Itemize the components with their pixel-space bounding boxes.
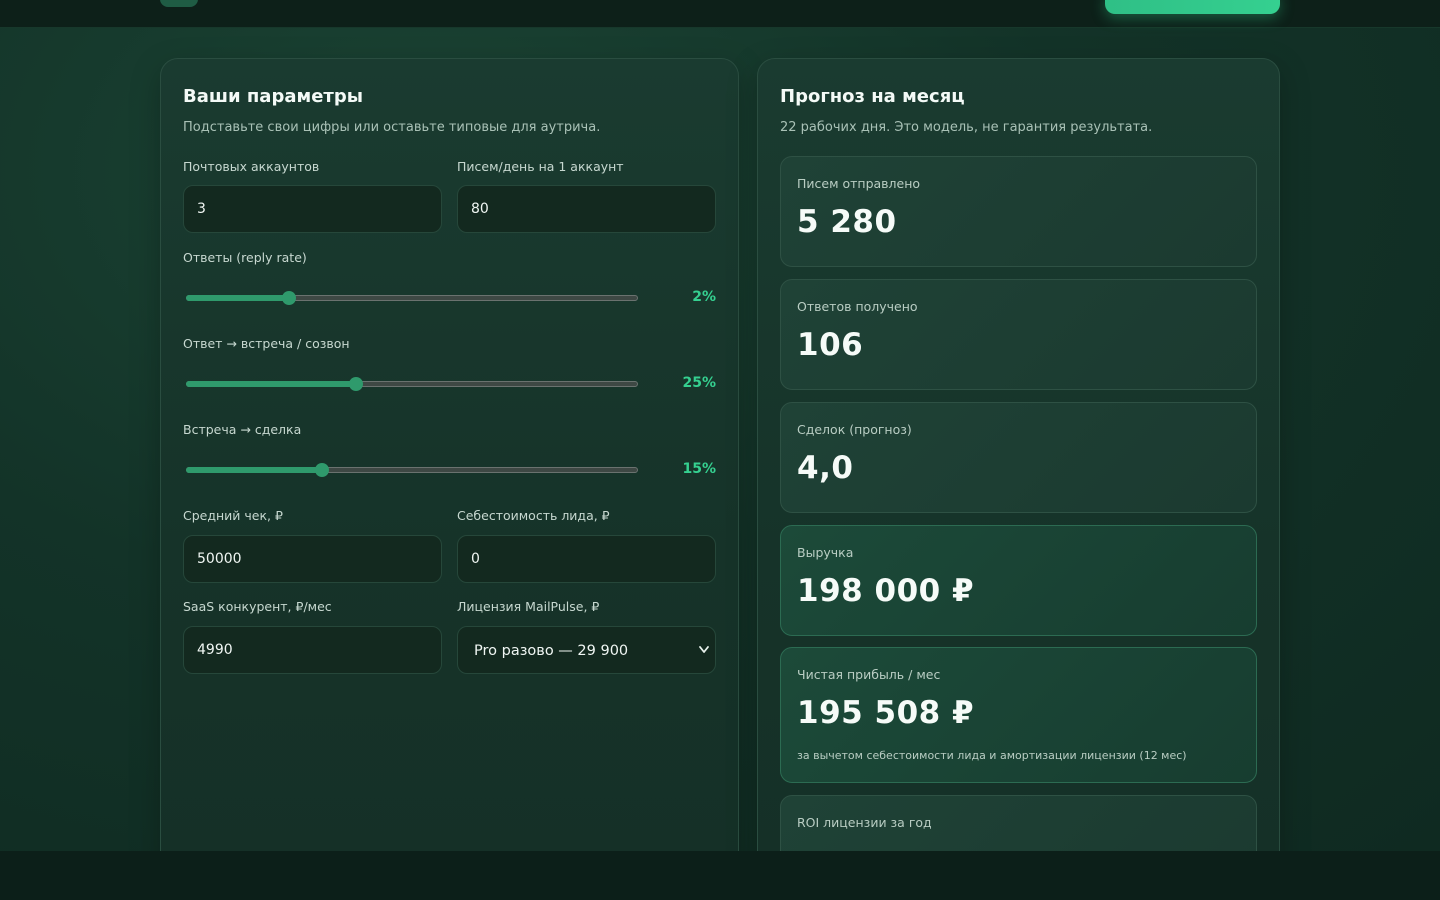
forecast-card: Прогноз на месяц 22 рабочих дня. Это мод… [757,58,1280,900]
slider-fill [186,295,289,301]
forecast-subtitle: 22 рабочих дня. Это модель, не гарантия … [780,120,1153,135]
stat-deals: Сделок (прогноз) 4,0 [780,402,1257,513]
stat-note: за вычетом себестоимости лида и амортиза… [797,749,1187,762]
reply-rate-label: Ответы (reply rate) [183,250,307,265]
letters-label: Писем/день на 1 аккаунт [457,159,624,174]
stat-value: 5 280 [797,204,897,240]
license-selected-value: Pro разово — 29 900 [474,643,629,659]
lead-cost-label: Себестоимость лида, ₽ [457,508,610,523]
slider-thumb[interactable] [348,377,363,391]
logo[interactable] [160,0,198,7]
accounts-label: Почтовых аккаунтов [183,159,320,174]
meeting-value: 25% [682,375,716,391]
stat-label: Ответов получено [797,299,918,314]
reply-rate-value: 2% [692,289,716,305]
stat-profit: Чистая прибыль / мес 195 508 ₽ за вычето… [780,647,1257,783]
deal-slider[interactable] [186,463,638,477]
reply-rate-slider[interactable] [186,291,638,305]
slider-thumb[interactable] [281,291,296,305]
stat-sent: Писем отправлено 5 280 [780,156,1257,267]
params-card: Ваши параметры Подставьте свои цифры или… [160,58,739,878]
stat-value: 198 000 ₽ [797,573,975,609]
params-title: Ваши параметры [183,86,363,107]
saas-input[interactable]: 4990 [183,626,442,674]
stat-label: ROI лицензии за год [797,815,932,830]
lead-cost-input[interactable]: 0 [457,535,716,583]
stat-value: 4,0 [797,450,854,486]
slider-fill [186,381,356,387]
meeting-label: Ответ → встреча / созвон [183,336,350,351]
license-label: Лицензия MailPulse, ₽ [457,599,600,614]
stat-revenue: Выручка 198 000 ₽ [780,525,1257,636]
slider-thumb[interactable] [314,463,329,477]
params-subtitle: Подставьте свои цифры или оставьте типов… [183,120,601,135]
deal-value: 15% [682,461,716,477]
slider-fill [186,467,322,473]
stat-label: Чистая прибыль / мес [797,667,941,682]
stat-label: Выручка [797,545,854,560]
stat-value: 195 508 ₽ [797,695,975,731]
avg-check-input[interactable]: 50000 [183,535,442,583]
stat-replies: Ответов получено 106 [780,279,1257,390]
meeting-slider[interactable] [186,377,638,391]
license-select[interactable]: Pro разово — 29 900 [457,626,716,674]
letters-input[interactable]: 80 [457,185,716,233]
avg-check-label: Средний чек, ₽ [183,508,283,523]
chevron-down-icon [699,646,709,653]
saas-label: SaaS конкурент, ₽/мес [183,599,332,614]
forecast-title: Прогноз на месяц [780,86,965,107]
footer-bar [0,851,1440,900]
header-cta-button[interactable] [1105,0,1280,14]
stat-label: Сделок (прогноз) [797,422,912,437]
stat-value: 106 [797,327,864,363]
header-bar [0,0,1440,28]
deal-label: Встреча → сделка [183,422,302,437]
accounts-input[interactable]: 3 [183,185,442,233]
stat-label: Писем отправлено [797,176,921,191]
